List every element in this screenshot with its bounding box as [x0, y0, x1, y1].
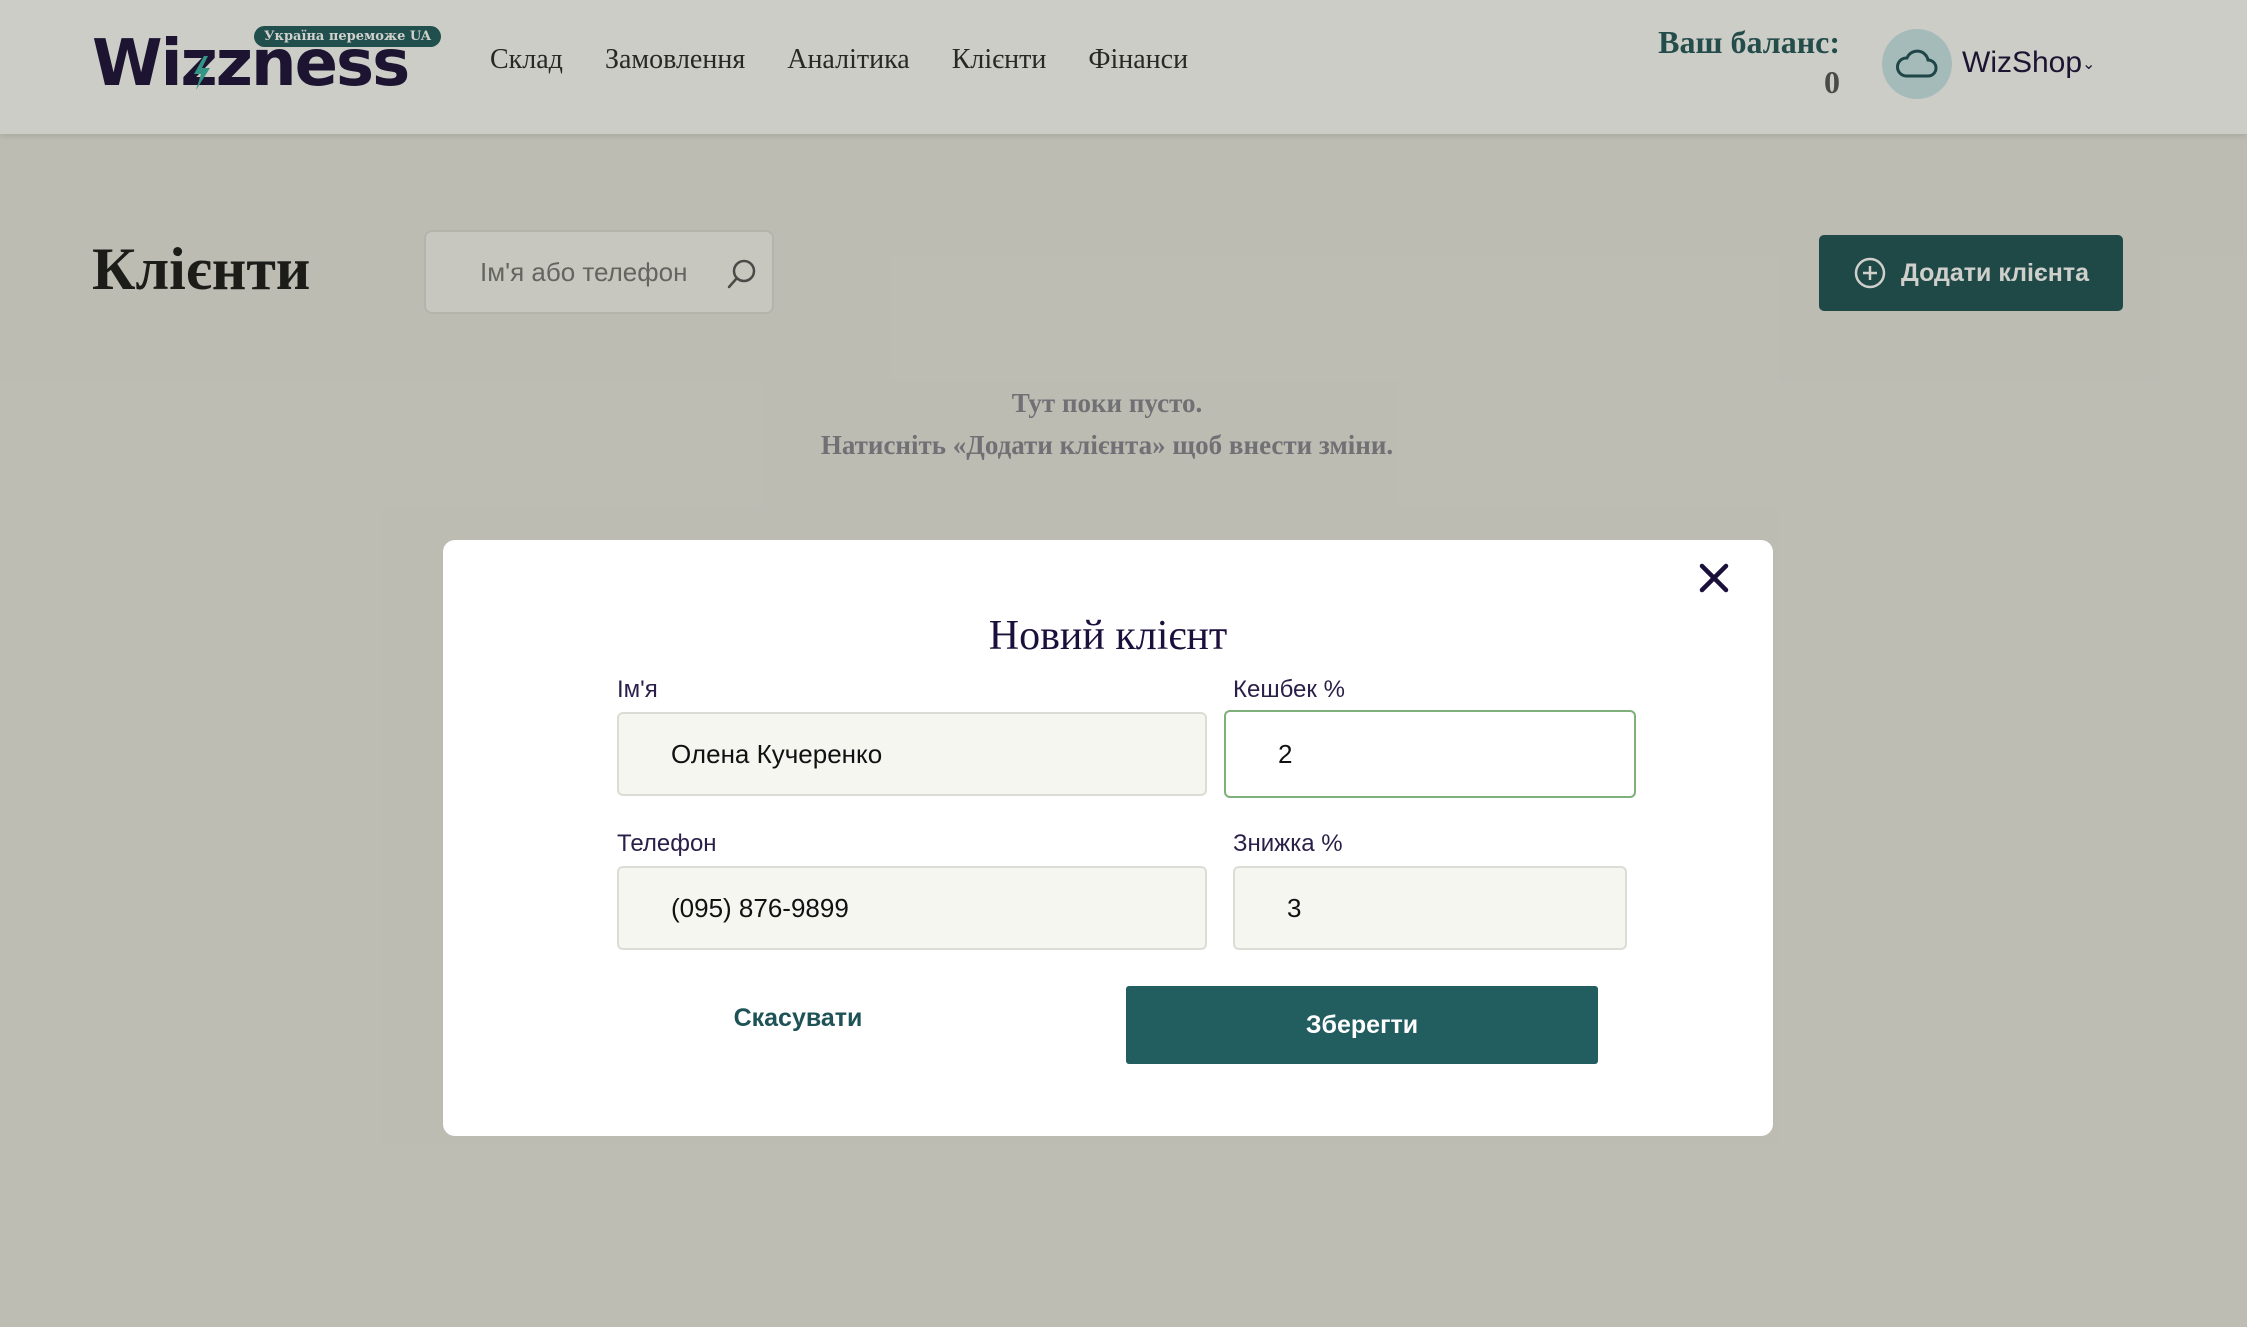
discount-label: Знижка % [1233, 830, 1343, 857]
discount-field[interactable]: 3 [1233, 866, 1627, 950]
phone-label: Телефон [617, 830, 717, 857]
name-field[interactable]: Олена Кучеренко [617, 712, 1207, 796]
dialog-title: Новий клієнт [988, 613, 1228, 659]
close-icon[interactable] [1699, 563, 1729, 593]
cancel-button[interactable]: Скасувати [643, 980, 953, 1056]
new-client-dialog: Новий клієнт Ім'я Олена Кучеренко Кешбек… [443, 540, 1773, 1136]
name-label: Ім'я [617, 676, 658, 703]
cashback-field[interactable]: 2 [1224, 710, 1636, 798]
save-button[interactable]: Зберегти [1126, 986, 1598, 1064]
cashback-label: Кешбек % [1233, 676, 1345, 703]
phone-field[interactable]: (095) 876-9899 [617, 866, 1207, 950]
